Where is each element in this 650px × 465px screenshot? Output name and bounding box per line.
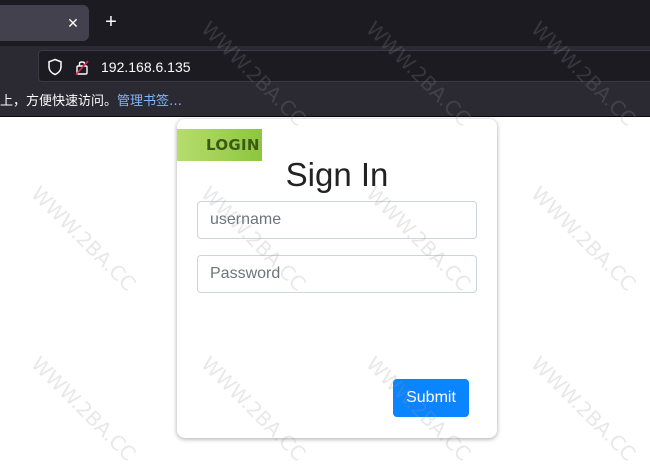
submit-button[interactable]: Submit [393, 379, 469, 417]
url-text: 192.168.6.135 [101, 59, 191, 75]
close-tab-icon[interactable]: ✕ [67, 15, 79, 31]
tab-strip: ✕ + [0, 0, 650, 46]
address-bar[interactable]: 192.168.6.135 [38, 50, 650, 82]
watermark-text: WWW.2BA.CC [26, 182, 140, 296]
new-tab-button[interactable]: + [100, 11, 122, 33]
login-card: LOGIN Sign In Submit [177, 119, 497, 438]
bookmarks-toolbar: 上，方便快速访问。管理书签… [0, 86, 650, 117]
bookmarks-hint-text: 上，方便快速访问。 [0, 94, 118, 109]
manage-bookmarks-link[interactable]: 管理书签… [117, 94, 182, 109]
watermark-text: WWW.2BA.CC [526, 182, 640, 296]
navigation-bar: 192.168.6.135 [0, 46, 650, 86]
bookmarks-hint: 上，方便快速访问。管理书签… [0, 94, 182, 109]
tracking-protection-shield-icon[interactable] [47, 58, 63, 76]
username-input[interactable] [197, 201, 477, 239]
browser-tab[interactable]: ✕ [0, 5, 89, 41]
insecure-lock-icon[interactable] [75, 58, 89, 76]
password-input[interactable] [197, 255, 477, 293]
page-title: Sign In [285, 156, 389, 193]
ribbon-label: LOGIN [206, 136, 260, 154]
watermark-text: WWW.2BA.CC [26, 352, 140, 465]
watermark-text: WWW.2BA.CC [526, 352, 640, 465]
